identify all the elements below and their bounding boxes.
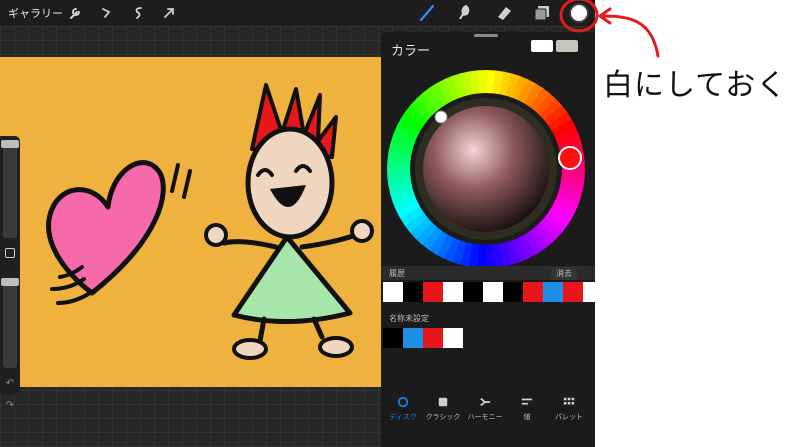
gallery-button[interactable]: ギャラリー [8,5,63,21]
selection-icon[interactable] [130,4,148,22]
history-swatch[interactable] [383,282,403,302]
tab-harmony[interactable]: ハーモニー [465,394,505,430]
color-panel-title: カラー [391,44,431,59]
history-swatch[interactable] [563,282,583,302]
palette-swatch[interactable] [423,328,443,348]
procreate-app: ギャラリー ↶ ↷ カラー 履歴 消去 名称未設定 ディスク クラシック ハーモ… [0,0,595,447]
classic-icon [438,397,448,407]
opacity-slider[interactable] [3,278,17,368]
history-swatch[interactable] [483,282,503,302]
highlight-circle [559,0,599,33]
heart-drawing [46,160,166,296]
history-swatch[interactable] [583,282,595,302]
magic-wand-icon[interactable] [98,4,116,22]
history-swatch[interactable] [503,282,523,302]
harmony-icon [480,397,491,407]
top-toolbar: ギャラリー [0,0,595,26]
history-swatch[interactable] [403,282,423,302]
palette-swatch[interactable] [443,328,463,348]
value-icon [521,398,533,405]
brush-icon[interactable] [417,3,437,23]
disc-icon [397,396,409,408]
clear-history-button[interactable]: 消去 [551,267,577,280]
eraser-icon[interactable] [494,3,514,23]
hue-picker-knob [558,146,582,170]
annotation-text: 白にしておく [603,68,788,103]
color-mode-tabs: ディスク クラシック ハーモニー 値 パレット [381,394,595,430]
dress-drawing [231,234,353,325]
tab-value[interactable]: 値 [507,394,547,430]
palette-swatch[interactable] [403,328,423,348]
history-swatch[interactable] [463,282,483,302]
modify-button[interactable] [5,248,15,258]
brush-size-knob[interactable] [1,140,19,148]
brush-size-slider[interactable] [3,140,17,238]
face-drawing [245,126,335,240]
left-sidebar [0,136,20,394]
history-swatches [383,282,595,302]
color-picker-knob [434,110,448,124]
panel-grabber[interactable] [474,34,498,37]
history-swatch[interactable] [423,282,443,302]
tab-palette[interactable]: パレット [549,394,589,430]
redo-icon[interactable]: ↷ [4,400,16,412]
undo-icon[interactable]: ↶ [4,378,16,390]
history-swatch[interactable] [523,282,543,302]
history-swatch[interactable] [543,282,563,302]
palette-name-label: 名称未設定 [389,314,429,323]
history-header: 履歴 消去 [381,266,595,280]
transform-arrow-icon[interactable] [160,4,178,22]
palette-icon [563,397,575,405]
tab-disc[interactable]: ディスク [383,394,423,430]
palette-swatches [383,328,463,348]
palette-swatch[interactable] [383,328,403,348]
color-panel: カラー 履歴 消去 名称未設定 ディスク クラシック ハーモニー 値 パレット [381,32,595,447]
history-label: 履歴 [389,269,405,278]
opacity-knob[interactable] [1,278,19,286]
wrench-icon[interactable] [66,4,84,22]
color-disc[interactable] [387,70,587,270]
history-swatch[interactable] [443,282,463,302]
saturation-brightness-disc [423,106,549,232]
smudge-icon[interactable] [454,3,474,23]
tab-classic[interactable]: クラシック [423,394,463,430]
